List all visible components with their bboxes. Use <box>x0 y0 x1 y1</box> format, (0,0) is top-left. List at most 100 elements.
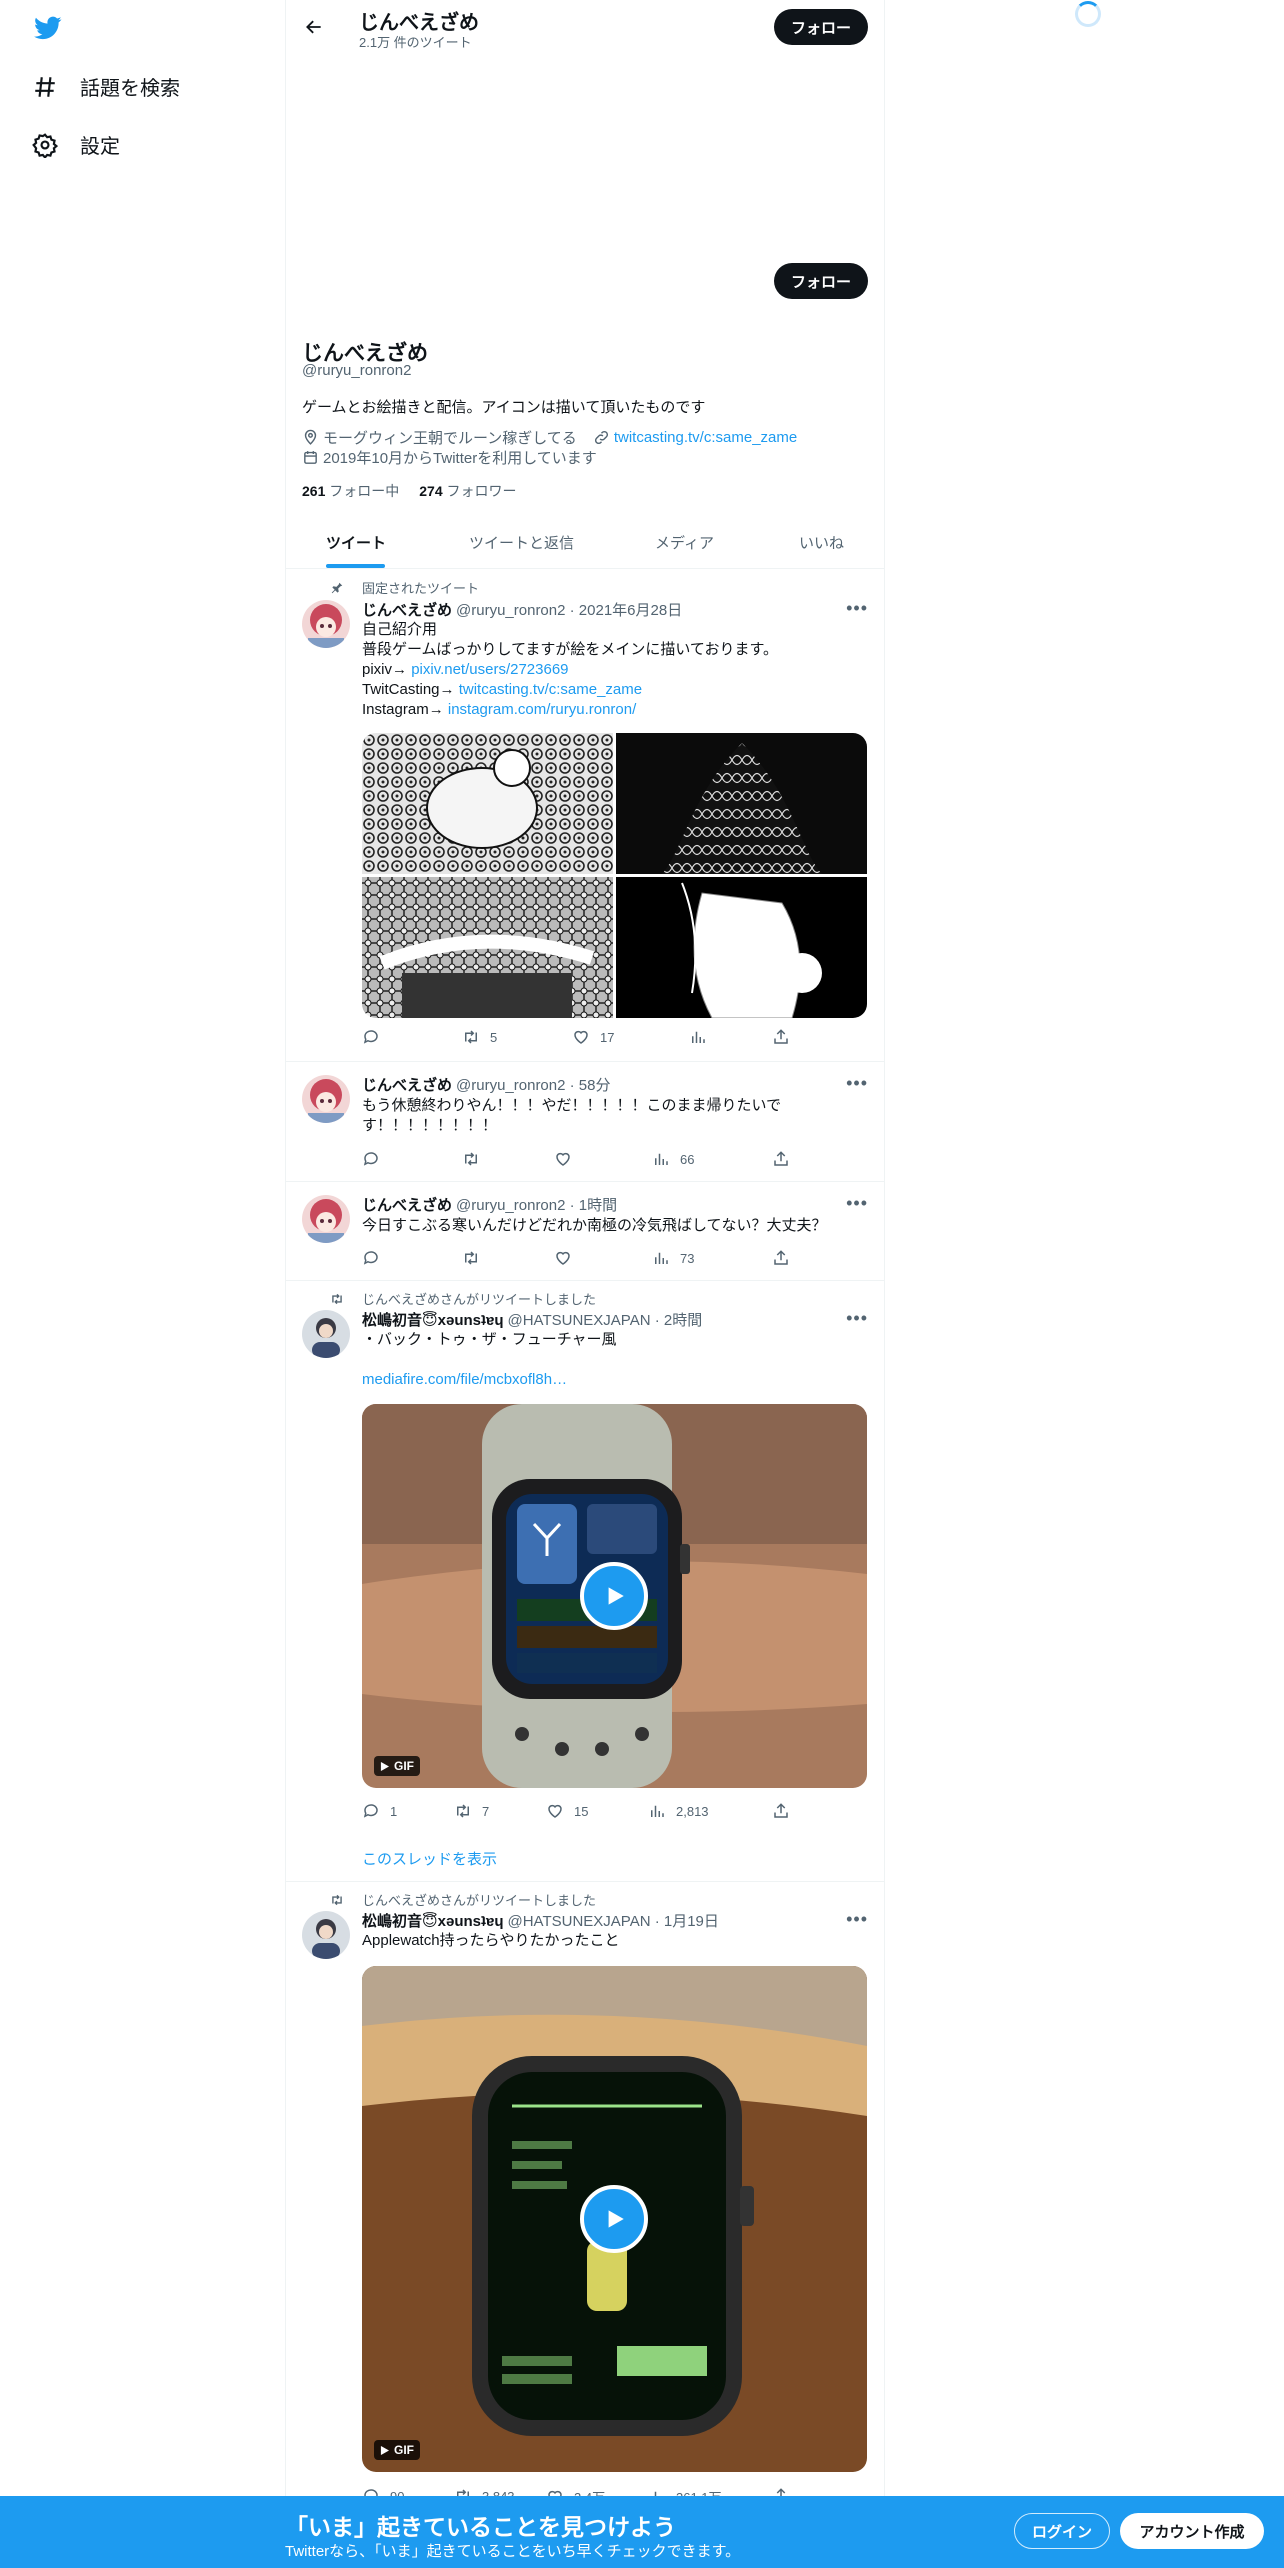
profile-website-link[interactable]: twitcasting.tv/c:same_zame <box>614 429 797 446</box>
like-button[interactable] <box>554 1249 572 1267</box>
retweet-button[interactable] <box>462 1150 480 1168</box>
avatar[interactable] <box>302 1075 350 1123</box>
tweet-header: 松嶋初音😇xǝunsʇɐɥ @HATSUNEXJAPAN · 1月19日 <box>362 1910 719 1931</box>
nav-explore-label: 話題を検索 <box>80 78 180 100</box>
header-title: じんべえざめ <box>359 12 479 34</box>
views-button[interactable] <box>689 1028 707 1046</box>
retweet-icon <box>332 1293 342 1304</box>
reply-button[interactable] <box>362 1028 380 1046</box>
reply-button[interactable] <box>362 1150 380 1168</box>
play-button[interactable] <box>580 1562 648 1630</box>
more-options-icon[interactable]: ••• <box>846 1193 868 1214</box>
bar-chart-icon <box>651 1805 664 1817</box>
image-1[interactable] <box>362 733 613 874</box>
like-button[interactable]: 15 <box>546 1802 588 1820</box>
tweet-image-grid[interactable] <box>362 733 867 1018</box>
tweet-retweeted[interactable]: じんべえざめさんがリツイートしました 松嶋初音😇xǝunsʇɐɥ @HATSUN… <box>286 1282 884 1882</box>
tweet-gif[interactable]: GIF <box>362 1966 867 2472</box>
tab-media[interactable]: メディア <box>655 532 714 553</box>
retweet-button[interactable]: 5 <box>462 1028 497 1046</box>
avatar[interactable] <box>302 600 350 648</box>
bar-chart-icon <box>655 1252 668 1264</box>
calendar-icon <box>304 451 317 464</box>
more-options-icon[interactable]: ••• <box>846 1308 868 1329</box>
pin-icon <box>331 582 343 593</box>
share-icon <box>774 1803 788 1818</box>
tweet-author-handle[interactable]: @ruryu_ronron2 · 1時間 <box>456 1194 617 1215</box>
tab-likes[interactable]: いいね <box>799 532 844 553</box>
profile-joined: 2019年10月からTwitterを利用しています <box>323 450 597 467</box>
more-options-icon[interactable]: ••• <box>846 1073 868 1094</box>
tweet-author-name[interactable]: 松嶋初音😇xǝunsʇɐɥ <box>362 1910 504 1931</box>
like-button[interactable] <box>554 1150 572 1168</box>
tweet[interactable]: じんべえざめ @ruryu_ronron2 · 1時間 ••• 今日すこぶる寒い… <box>286 1183 884 1281</box>
nav-explore[interactable]: 話題を検索 <box>32 72 180 101</box>
play-button[interactable] <box>580 2185 648 2253</box>
avatar[interactable] <box>302 1195 350 1243</box>
hashtag-icon <box>35 76 55 97</box>
signup-banner: 「いま」起きていることを見つけよう Twitterなら、「いま」起きていることを… <box>0 2496 1284 2568</box>
retweeted-label: じんべえざめさんがリツイートしました <box>332 1289 596 1308</box>
profile-joined-line: 2019年10月からTwitterを利用しています <box>302 447 597 468</box>
nav-settings[interactable]: 設定 <box>32 130 120 159</box>
image-4[interactable] <box>616 877 867 1018</box>
avatar[interactable] <box>302 1911 350 1959</box>
tab-tweets[interactable]: ツイート <box>326 532 386 553</box>
tweet-author-name[interactable]: じんべえざめ <box>362 1194 452 1215</box>
active-tab-indicator <box>326 564 385 568</box>
retweet-button[interactable] <box>462 1249 480 1267</box>
signup-button[interactable]: アカウント作成 <box>1120 2513 1264 2549</box>
like-button[interactable]: 17 <box>572 1028 614 1046</box>
tweet-retweeted[interactable]: じんべえざめさんがリツイートしました 松嶋初音😇xǝunsʇɐɥ @HATSUN… <box>286 1883 884 2505</box>
back-button[interactable] <box>300 13 328 41</box>
bar-chart-icon <box>692 1031 705 1043</box>
more-options-icon[interactable]: ••• <box>846 598 868 619</box>
instagram-link[interactable]: instagram.com/ruryu.ronron/ <box>448 701 636 718</box>
show-thread-link[interactable]: このスレッドを表示 <box>362 1848 497 1869</box>
views-button[interactable]: 73 <box>652 1249 694 1267</box>
tweet-author-name[interactable]: 松嶋初音😇xǝunsʇɐɥ <box>362 1309 504 1330</box>
retweet-button[interactable]: 7 <box>454 1802 489 1820</box>
image-3[interactable] <box>362 877 613 1018</box>
twitcasting-link[interactable]: twitcasting.tv/c:same_zame <box>459 681 642 698</box>
share-button[interactable] <box>772 1249 790 1267</box>
tweet-pinned[interactable]: 固定されたツイート じんべえざめ @ruryu_ronron2 · 2021年6… <box>286 570 884 1062</box>
arrow-left-icon <box>306 20 321 34</box>
tweet[interactable]: じんべえざめ @ruryu_ronron2 · 58分 ••• もう休憩終わりや… <box>286 1063 884 1182</box>
login-button[interactable]: ログイン <box>1014 2513 1110 2549</box>
share-button[interactable] <box>772 1028 790 1046</box>
play-icon <box>608 1587 624 1605</box>
share-icon <box>774 1029 788 1044</box>
tab-tweets-replies[interactable]: ツイートと返信 <box>469 532 574 553</box>
play-small-icon <box>380 1761 389 1771</box>
avatar[interactable] <box>302 1310 350 1358</box>
twitter-logo-icon[interactable] <box>32 14 64 42</box>
profile-follow-button[interactable]: フォロー <box>774 263 868 299</box>
reply-button[interactable] <box>362 1249 380 1267</box>
views-button[interactable]: 66 <box>652 1150 694 1168</box>
tweet-author-handle[interactable]: @HATSUNEXJAPAN · 2時間 <box>508 1309 703 1330</box>
reply-button[interactable]: 1 <box>362 1802 397 1820</box>
tweet-author-handle[interactable]: @HATSUNEXJAPAN · 1月19日 <box>508 1910 719 1931</box>
reply-icon <box>363 1030 378 1044</box>
image-2[interactable] <box>616 733 867 874</box>
mediafire-link[interactable]: mediafire.com/file/mcbxofl8h… <box>362 1371 567 1388</box>
profile-tabs: ツイート ツイートと返信 メディア いいね <box>286 516 884 569</box>
retweet-icon <box>465 1030 477 1044</box>
tweet-author-name[interactable]: じんべえざめ <box>362 599 452 620</box>
more-options-icon[interactable]: ••• <box>846 1909 868 1930</box>
tweet-author-handle[interactable]: @ruryu_ronron2 · 58分 <box>456 1074 610 1095</box>
share-button[interactable] <box>772 1802 790 1820</box>
tweet-text: Applewatch持ったらやりたかったこと <box>362 1932 620 1949</box>
tweet-author-handle[interactable]: @ruryu_ronron2 · 2021年6月28日 <box>456 599 682 620</box>
tweet-text: 自己紹介用 普段ゲームばっかりしてますが絵をメインに描いております。 pixiv… <box>362 621 778 718</box>
views-button[interactable]: 2,813 <box>648 1802 709 1820</box>
share-button[interactable] <box>772 1150 790 1168</box>
followers-link[interactable]: 274 フォロワー <box>419 481 516 501</box>
tweet-author-name[interactable]: じんべえざめ <box>362 1074 452 1095</box>
pixiv-link[interactable]: pixiv.net/users/2723669 <box>411 661 568 678</box>
tweet-gif[interactable]: GIF <box>362 1404 867 1788</box>
following-link[interactable]: 261 フォロー中 <box>302 481 399 501</box>
header-follow-button[interactable]: フォロー <box>774 9 868 45</box>
tweet-header: 松嶋初音😇xǝunsʇɐɥ @HATSUNEXJAPAN · 2時間 <box>362 1309 702 1330</box>
